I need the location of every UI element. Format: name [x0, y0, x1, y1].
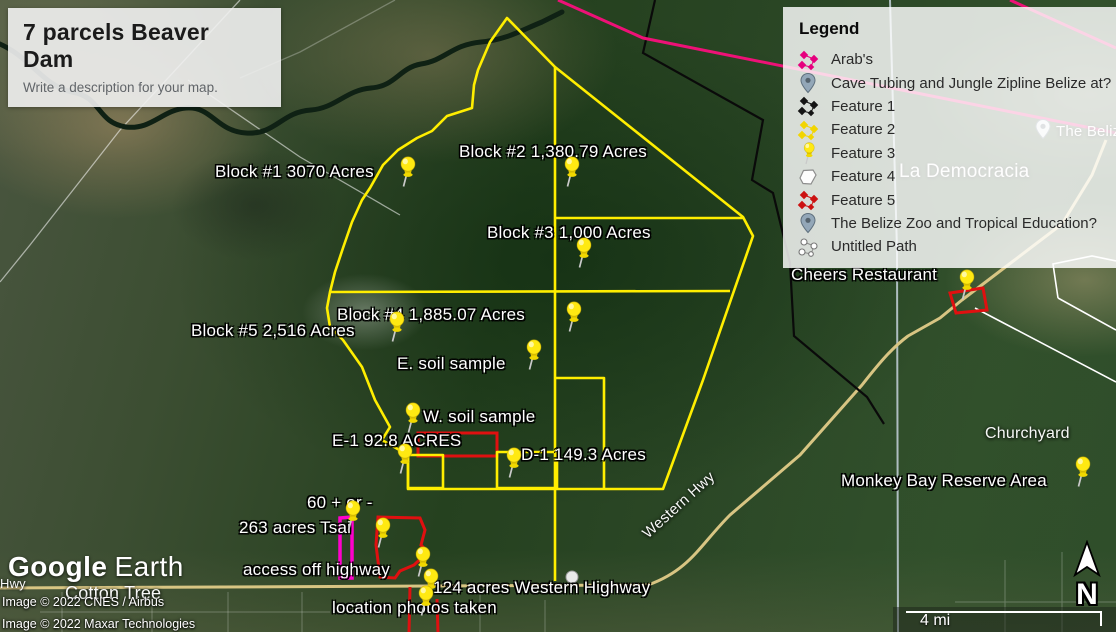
legend-item-label: Untitled Path	[831, 238, 917, 255]
logo-google: Google	[8, 551, 107, 582]
legend-item-cave-tubing[interactable]: Cave Tubing and Jungle Zipline Belize at…	[797, 71, 1116, 94]
map-label-text: E. soil sample	[397, 354, 506, 373]
map-label-d1-parcel[interactable]: D-1 149.3 Acres	[521, 445, 646, 465]
legend-item-label: Feature 1	[831, 98, 895, 115]
map-label-text: D-1 149.3 Acres	[521, 445, 646, 464]
legend-item-label: The Belize Zoo and Tropical Education?	[831, 215, 1097, 232]
map-label-text: Churchyard	[985, 425, 1070, 443]
pushpin-cheers-restaurant[interactable]	[953, 269, 979, 301]
legend-item-untitled-path[interactable]: Untitled Path	[797, 235, 1116, 258]
map-label-block1[interactable]: Block #1 3070 Acres	[215, 162, 374, 182]
map-label-churchyard: Churchyard	[985, 425, 1070, 443]
map-label-block3[interactable]: Block #3 1,000 Acres	[487, 223, 651, 243]
map-label-block4[interactable]: Block #4 1,885.07 Acres	[337, 305, 525, 325]
pushpin-w-soil-sample[interactable]	[399, 402, 425, 434]
legend-item-label: Feature 5	[831, 192, 895, 209]
legend-item-feature-2[interactable]: Feature 2	[797, 118, 1116, 141]
legend-item-feature-5[interactable]: Feature 5	[797, 188, 1116, 211]
pushpin-yellow-icon	[797, 142, 819, 164]
map-label-e-soil-sample[interactable]: E. soil sample	[397, 354, 506, 374]
map-label-text: 263 acres Tsai	[239, 518, 351, 537]
main-parcel-outline	[327, 18, 753, 489]
map-label-tsai[interactable]: 263 acres Tsai	[239, 518, 351, 538]
legend-item-belize-zoo[interactable]: The Belize Zoo and Tropical Education?	[797, 212, 1116, 235]
legend-item-label: Feature 4	[831, 168, 895, 185]
pushpin-sixty-plus[interactable]	[339, 500, 365, 532]
map-label-monkey-bay[interactable]: Monkey Bay Reserve Area	[841, 471, 1047, 491]
attribution-line-2: Image © 2022 Maxar Technologies	[2, 617, 195, 631]
pushpin-block2[interactable]	[558, 156, 584, 188]
path-magenta-icon	[797, 49, 819, 71]
pushpin-d1-parcel[interactable]	[500, 447, 526, 479]
legend-item-label: Cave Tubing and Jungle Zipline Belize at…	[831, 75, 1111, 92]
pushpin-block3[interactable]	[570, 237, 596, 269]
legend-item-label: Arab's	[831, 51, 873, 68]
pushpin-location-photos[interactable]	[412, 585, 438, 617]
scale-bar-tick	[1100, 611, 1102, 626]
legend-panel: Legend Arab's Cave Tubing and Jungle Zip…	[783, 7, 1116, 268]
map-label-text: access off highway	[243, 560, 390, 579]
path-yellow-icon	[797, 119, 819, 141]
legend-item-label: Feature 2	[831, 121, 895, 138]
map-label-w-soil-sample[interactable]: W. soil sample	[423, 407, 535, 427]
map-description-placeholder: Write a description for your map.	[23, 80, 266, 95]
map-label-block2[interactable]: Block #2 1,380.79 Acres	[459, 142, 647, 162]
legend-item-label: Feature 3	[831, 145, 895, 162]
map-title-box: 7 parcels Beaver Dam Write a description…	[8, 8, 281, 107]
map-label-text: Block #4 1,885.07 Acres	[337, 305, 525, 324]
map-label-text: Monkey Bay Reserve Area	[841, 471, 1047, 490]
legend-item-arabs[interactable]: Arab's	[797, 48, 1116, 71]
pushpin-e1-parcel[interactable]	[391, 443, 417, 475]
compass: N	[1063, 540, 1111, 607]
google-earth-logo: GoogleEarth	[8, 551, 184, 583]
logo-earth: Earth	[114, 551, 183, 582]
pushpin-e-soil-sample[interactable]	[520, 339, 546, 371]
parcel-divider-d1-east	[555, 378, 604, 489]
pushpin-tsai[interactable]	[369, 517, 395, 549]
map-label-acres-124[interactable]: 124 acres Western Highway	[433, 578, 650, 598]
map-viewport[interactable]: Block #1 3070 Acres Block #2 1,380.79 Acr…	[0, 0, 1116, 632]
legend-items: Arab's Cave Tubing and Jungle Zipline Be…	[797, 48, 1116, 259]
map-label-text: W. soil sample	[423, 407, 535, 426]
pushpin-block5[interactable]	[383, 311, 409, 343]
map-label-text: Block #1 3070 Acres	[215, 162, 374, 181]
map-label-access-off-highway[interactable]: access off highway	[243, 560, 390, 580]
map-label-text: Block #3 1,000 Acres	[487, 223, 651, 242]
map-label-text: Block #5 2,516 Acres	[191, 321, 355, 340]
legend-header: Legend	[799, 19, 1116, 39]
pushpin-block4[interactable]	[560, 301, 586, 333]
pushpin-monkey-bay[interactable]	[1069, 456, 1095, 488]
north-letter: N	[1063, 583, 1111, 607]
attribution-line-1: Image © 2022 CNES / Airbus	[2, 595, 164, 609]
north-arrow-icon	[1065, 540, 1109, 578]
parcel-divider-block4	[330, 291, 730, 292]
map-label-text: Block #2 1,380.79 Acres	[459, 142, 647, 161]
legend-item-feature-1[interactable]: Feature 1	[797, 95, 1116, 118]
path-white-icon	[797, 236, 819, 258]
path-red-icon	[797, 189, 819, 211]
map-label-block5[interactable]: Block #5 2,516 Acres	[191, 321, 355, 341]
legend-item-feature-3[interactable]: Feature 3	[797, 142, 1116, 165]
pushpin-block1[interactable]	[394, 156, 420, 188]
map-title: 7 parcels Beaver Dam	[23, 19, 266, 73]
scale-bar-label: 4 mi	[920, 612, 950, 630]
pin-gray-icon	[797, 212, 819, 234]
path-black-icon	[797, 95, 819, 117]
polygon-white-icon	[797, 166, 819, 188]
legend-item-feature-4[interactable]: Feature 4	[797, 165, 1116, 188]
pin-gray-icon	[797, 72, 819, 94]
map-label-text: 124 acres Western Highway	[433, 578, 650, 597]
